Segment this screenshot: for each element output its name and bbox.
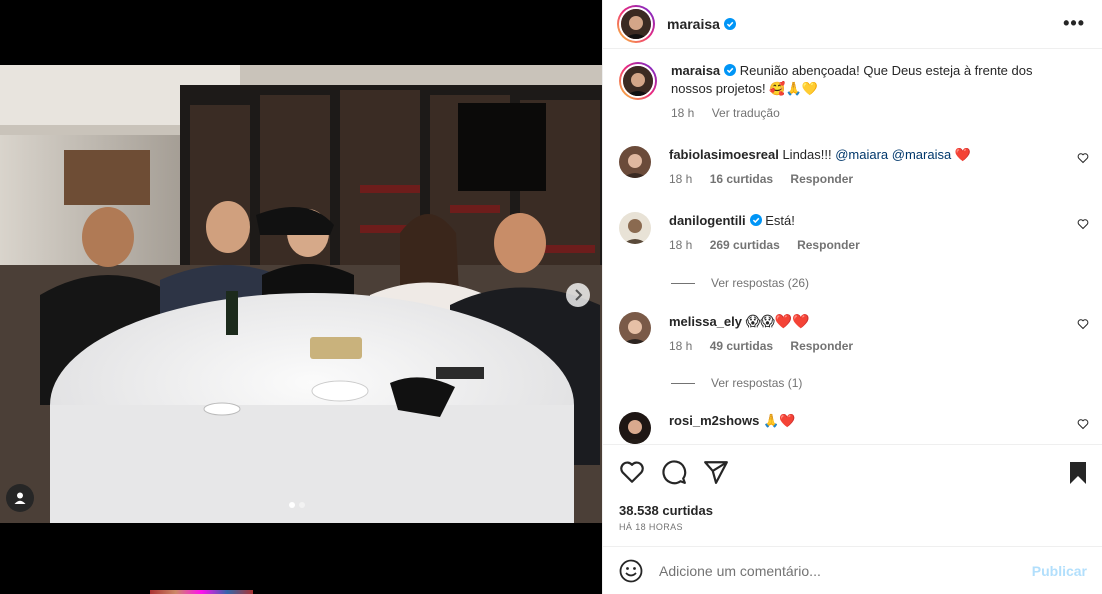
view-replies-button[interactable]: Ver respostas (1)	[671, 376, 802, 390]
reply-button[interactable]: Responder	[797, 238, 860, 252]
add-comment-bar: Adicione um comentário... Publicar	[603, 546, 1102, 594]
comment-likes[interactable]: 49 curtidas	[710, 339, 773, 353]
translate-link[interactable]: Ver tradução	[712, 106, 780, 120]
post-caption: maraisa Reunião abençoada! Que Deus este…	[619, 62, 1089, 122]
restaurant-group-photo	[0, 65, 602, 523]
bookmark-icon[interactable]	[1067, 461, 1089, 485]
carousel-indicator	[289, 502, 305, 508]
heart-icon[interactable]	[1077, 152, 1089, 164]
reply-button[interactable]: Responder	[790, 339, 853, 353]
comment-likes[interactable]: 16 curtidas	[710, 172, 773, 186]
comments-list: maraisa Reunião abençoada! Que Deus este…	[603, 50, 1102, 444]
post-timestamp: HÁ 18 HORAS	[619, 522, 683, 532]
avatar[interactable]	[619, 212, 651, 244]
share-icon[interactable]	[703, 459, 729, 485]
post-header: maraisa •••	[603, 0, 1102, 49]
comment-time: 18 h	[669, 172, 693, 186]
heart-icon[interactable]	[619, 459, 645, 485]
post-media-pane	[0, 0, 602, 594]
comment-icon[interactable]	[661, 459, 687, 485]
comment-meta: 18 h 49 curtidas Responder	[669, 337, 1059, 355]
caption-avatar-ring[interactable]	[619, 62, 657, 100]
avatar[interactable]	[619, 146, 651, 178]
publish-button[interactable]: Publicar	[1032, 563, 1087, 579]
avatar	[621, 64, 655, 98]
comment-text: Está!	[765, 213, 795, 228]
instagram-post-view: maraisa ••• maraisa Reunião abençoada! Q…	[0, 0, 1102, 594]
comment-username[interactable]: melissa_ely	[669, 314, 742, 329]
comment-text: Lindas!!!	[782, 147, 836, 162]
avatar[interactable]	[619, 412, 651, 444]
avatar	[619, 7, 653, 41]
comment-item: danilogentili Está! 18 h 269 curtidas Re…	[619, 212, 1089, 254]
chevron-right-icon	[575, 289, 583, 301]
carousel-dot-active	[289, 502, 295, 508]
replies-divider	[671, 382, 695, 384]
comment-time: 18 h	[669, 339, 693, 353]
heart-icon[interactable]	[1077, 218, 1089, 230]
verified-badge-icon	[749, 214, 762, 226]
like-count[interactable]: 38.538 curtidas	[619, 503, 713, 518]
view-replies-label: Ver respostas (1)	[711, 376, 803, 390]
comment-mentions[interactable]: @maiara @maraisa	[835, 147, 951, 162]
post-details-panel: maraisa ••• maraisa Reunião abençoada! Q…	[602, 0, 1102, 594]
avatar[interactable]	[619, 312, 651, 344]
author-avatar-ring[interactable]	[617, 5, 655, 43]
comment-text: 😱😱❤️❤️	[745, 313, 810, 329]
comment-time: 18 h	[669, 238, 693, 252]
heart-icon[interactable]	[1077, 418, 1089, 430]
tag-user-icon	[14, 492, 26, 504]
comment-emoji: ❤️	[954, 147, 972, 162]
comment-item: melissa_ely 😱😱❤️❤️ 18 h 49 curtidas Resp…	[619, 312, 1089, 355]
more-options-icon[interactable]: •••	[1063, 13, 1085, 34]
next-post-peek	[150, 590, 253, 594]
action-icons	[619, 459, 729, 485]
tagged-users-button[interactable]	[6, 484, 34, 512]
comment-likes[interactable]: 269 curtidas	[710, 238, 780, 252]
comment-username[interactable]: fabiolasimoesreal	[669, 147, 779, 162]
post-photo[interactable]	[0, 65, 602, 523]
post-actions: 38.538 curtidas HÁ 18 HORAS	[603, 444, 1102, 546]
view-replies-button[interactable]: Ver respostas (26)	[671, 276, 809, 290]
comment-meta: 18 h 16 curtidas Responder	[669, 170, 1059, 188]
view-replies-label: Ver respostas (26)	[711, 276, 810, 290]
reply-button[interactable]: Responder	[790, 172, 853, 186]
comment-text: 🙏❤️	[762, 413, 796, 428]
caption-meta: 18 h Ver tradução	[671, 104, 1061, 122]
verified-badge-icon	[723, 18, 736, 30]
comment-username[interactable]: danilogentili	[669, 213, 746, 228]
comment-item: rosi_m2shows 🙏❤️	[619, 412, 1089, 444]
next-photo-button[interactable]	[566, 283, 590, 307]
carousel-dot	[299, 502, 305, 508]
verified-badge-icon	[724, 64, 737, 76]
replies-divider	[671, 282, 695, 284]
comment-input[interactable]: Adicione um comentário...	[659, 563, 1032, 579]
caption-time[interactable]: 18 h	[671, 106, 694, 120]
comment-item: fabiolasimoesreal Lindas!!! @maiara @mar…	[619, 146, 1089, 188]
caption-username[interactable]: maraisa	[671, 63, 720, 78]
heart-icon[interactable]	[1077, 318, 1089, 330]
author-username[interactable]: maraisa	[667, 16, 736, 32]
comment-meta: 18 h 269 curtidas Responder	[669, 236, 1059, 254]
comment-username[interactable]: rosi_m2shows	[669, 413, 759, 428]
emoji-icon[interactable]	[619, 559, 643, 583]
